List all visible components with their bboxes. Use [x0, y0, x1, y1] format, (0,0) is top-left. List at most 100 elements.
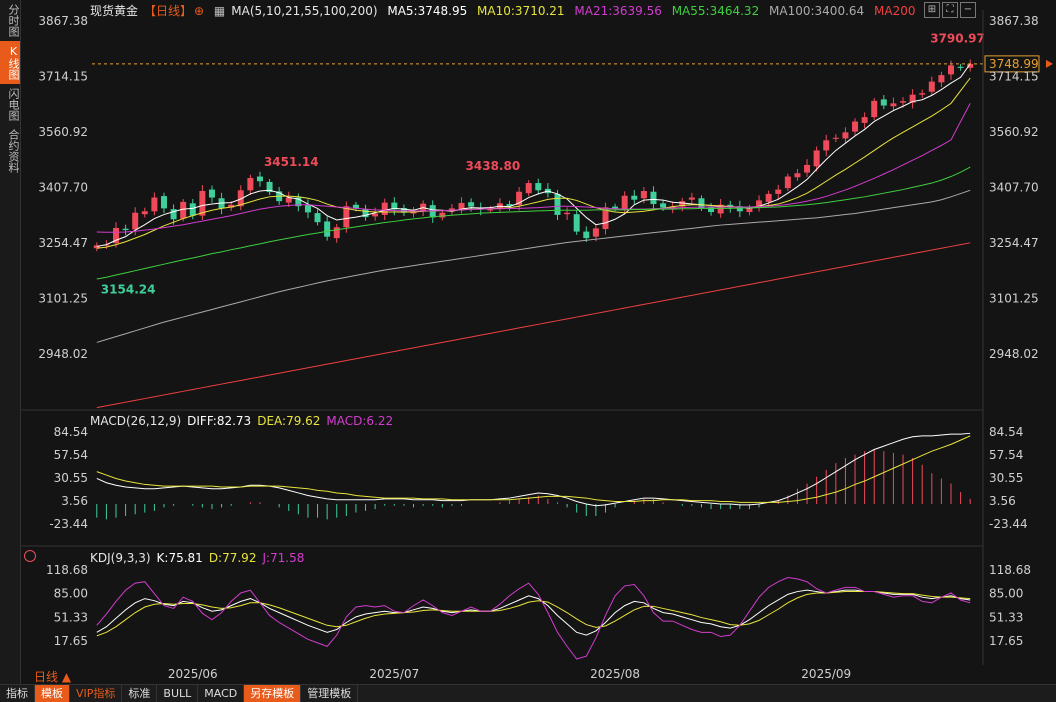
- candle-body: [496, 203, 503, 209]
- candle-body: [468, 202, 475, 207]
- candle-body: [765, 193, 772, 202]
- y-tick-label-right: 3714.15: [989, 70, 1039, 84]
- candle-body: [660, 203, 667, 208]
- tab-manage-template[interactable]: 管理模板: [301, 685, 359, 702]
- ma-line-ma100: [96, 189, 971, 343]
- candle-body: [189, 203, 196, 216]
- kdj-tick-label-right: 17.65: [989, 634, 1023, 648]
- candle-body: [487, 209, 494, 211]
- candle-body: [592, 228, 599, 237]
- candle-body: [640, 191, 647, 199]
- candle-body: [832, 137, 839, 139]
- candle-body: [880, 99, 887, 106]
- period-selector[interactable]: 日线 ▲: [34, 668, 71, 685]
- candle-body: [525, 183, 532, 194]
- price-annotation: 3154.24: [101, 282, 156, 296]
- tab-vip-indicator[interactable]: VIP指标: [70, 685, 123, 702]
- kdj-line-j: [96, 576, 971, 660]
- axes: 3867.38 3867.38 3714.15 3714.15 3560.92 3560.…: [20, 10, 1039, 681]
- y-tick-label-right: 3101.25: [989, 291, 1039, 305]
- kdj-tick-label-right: 85.00: [989, 587, 1023, 601]
- period-selector-label: 日线: [34, 670, 59, 684]
- candle-body: [794, 173, 801, 178]
- candle-body: [852, 121, 859, 132]
- price-annotation: 3438.80: [466, 159, 521, 173]
- y-tick-label-left: 3254.47: [38, 236, 88, 250]
- macd-tick-label-right: 30.55: [989, 471, 1023, 485]
- macd-tick-label-left: 3.56: [61, 494, 88, 508]
- chart-canvas[interactable]: 3748.993451.14 3438.803790.973154.24 3867…: [0, 0, 1056, 684]
- candle-body: [381, 202, 388, 215]
- macd-tick-label-left: 30.55: [54, 471, 88, 485]
- candle-body: [573, 214, 580, 232]
- candle-body: [890, 103, 897, 107]
- candle-body: [458, 202, 465, 210]
- candle-body: [180, 201, 187, 219]
- tab-save-template[interactable]: 另存模板: [244, 685, 302, 702]
- candle-body: [247, 177, 254, 191]
- kdj-line-d: [96, 591, 971, 637]
- tab-template[interactable]: 模板: [35, 685, 70, 702]
- candle-body: [583, 231, 590, 239]
- ma-line-ma5: [96, 63, 971, 247]
- bottom-toolbar: 指标 模板 VIP指标 标准 BULL MACD 另存模板 管理模板: [0, 684, 1056, 702]
- macd-tick-label-right: 57.54: [989, 448, 1023, 462]
- candle-body: [784, 176, 791, 189]
- candle-body: [314, 213, 321, 223]
- tab-standard[interactable]: 标准: [122, 685, 158, 702]
- candle-body: [804, 164, 811, 173]
- kdj-tick-label-right: 118.68: [989, 563, 1031, 577]
- candle-body: [564, 212, 571, 215]
- kdj-line-k: [96, 589, 971, 636]
- macd-tick-label-right: 84.54: [989, 425, 1023, 439]
- candle-body: [928, 81, 935, 92]
- candle-body: [343, 206, 350, 228]
- candle-body: [746, 208, 753, 213]
- macd-tick-label-left: -23.44: [49, 517, 88, 531]
- price-annotation: 3790.97: [930, 32, 985, 46]
- x-tick-label: 2025/08: [590, 667, 640, 681]
- candle-body: [535, 183, 542, 191]
- macd-tick-label-right: -23.44: [989, 517, 1028, 531]
- y-tick-label-left: 3101.25: [38, 291, 88, 305]
- macd-panel: [96, 432, 971, 520]
- y-tick-label-right: 2948.02: [989, 347, 1039, 361]
- candle-body: [324, 221, 331, 237]
- dropdown-icon: ▲: [58, 670, 72, 684]
- candle-body: [948, 65, 955, 75]
- candle-body: [151, 197, 158, 212]
- candle-body: [621, 195, 628, 210]
- y-tick-label-left: 3714.15: [38, 70, 88, 84]
- y-tick-label-right: 3867.38: [989, 14, 1039, 28]
- candle-body: [957, 66, 964, 68]
- tab-indicator[interactable]: 指标: [0, 685, 35, 702]
- last-price-arrow: [1046, 59, 1053, 68]
- candle-body: [333, 227, 340, 239]
- candle-body: [256, 176, 263, 182]
- kdj-tick-label-left: 17.65: [54, 634, 88, 648]
- ma-line-ma21: [96, 103, 971, 233]
- candle-body: [650, 191, 657, 205]
- candle-body: [612, 206, 619, 209]
- kdj-tick-label-left: 118.68: [46, 563, 88, 577]
- candle-body: [141, 211, 148, 215]
- x-tick-label: 2025/09: [801, 667, 851, 681]
- y-tick-label-left: 3407.70: [38, 181, 88, 195]
- candle-body: [842, 132, 849, 139]
- candle-body: [631, 195, 638, 200]
- ma-line-ma55: [96, 166, 971, 280]
- candle-body: [938, 75, 945, 83]
- x-tick-label: 2025/07: [369, 667, 419, 681]
- y-tick-label-left: 3867.38: [38, 14, 88, 28]
- candle-body: [871, 100, 878, 118]
- kdj-tick-label-left: 51.33: [54, 610, 88, 624]
- candle-body: [775, 189, 782, 194]
- tab-macd[interactable]: MACD: [198, 685, 245, 702]
- candle-body: [919, 93, 926, 95]
- price-annotation: 3451.14: [264, 155, 319, 169]
- candlestick-panel: 3748.993451.14 3438.803790.973154.24: [92, 32, 1053, 409]
- tab-bull[interactable]: BULL: [157, 685, 199, 702]
- candle-body: [122, 228, 129, 231]
- candle-body: [554, 193, 561, 215]
- candle-body: [823, 140, 830, 151]
